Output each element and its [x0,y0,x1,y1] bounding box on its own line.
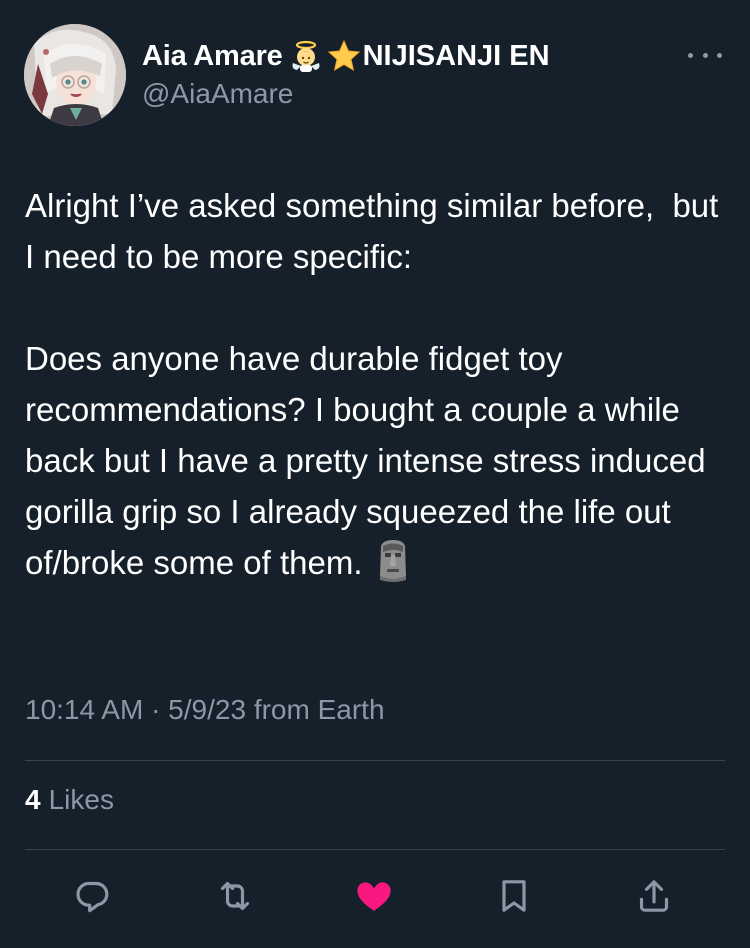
divider [25,849,725,850]
likes-stat[interactable]: 4 Likes [25,784,114,816]
tweet-paragraph-2: Does anyone have durable fidget toy reco… [25,333,725,588]
tweet-paragraph-1: Alright I’ve asked something similar bef… [25,187,728,275]
share-icon [639,880,669,912]
likes-count: 4 [25,784,41,815]
author-handle[interactable]: @AiaAmare [142,78,293,110]
like-button[interactable] [352,874,396,918]
reply-button[interactable] [71,874,115,918]
star-emoji-icon [327,39,361,73]
heart-icon [357,882,391,911]
author-name-row[interactable]: Aia Amare NIJISANJI EN [142,36,550,76]
retweet-icon [220,881,250,911]
share-button[interactable] [632,874,676,918]
tweet-paragraph-2-text: Does anyone have durable fidget toy reco… [25,340,715,581]
avatar-image [24,24,126,126]
divider [25,760,725,761]
author-name-suffix: NIJISANJI EN [362,39,550,72]
bookmark-icon [502,880,526,912]
likes-label: Likes [48,784,114,815]
tweet-timestamp[interactable]: 10:14 AM · 5/9/23 from Earth [25,694,385,726]
baby-angel-emoji-icon [289,39,323,73]
tweet-text: Alright I’ve asked something similar bef… [25,180,725,588]
author-display-name[interactable]: Aia Amare [142,40,283,73]
bookmark-button[interactable] [492,874,536,918]
reply-icon [76,881,109,913]
retweet-button[interactable] [213,874,257,918]
avatar[interactable] [24,24,126,126]
more-options-icon[interactable] [688,40,722,70]
tweet-detail: Aia Amare NIJISANJI EN @AiaAmare Alright… [0,0,750,948]
action-bar [0,868,750,924]
moai-emoji-icon [375,538,411,582]
